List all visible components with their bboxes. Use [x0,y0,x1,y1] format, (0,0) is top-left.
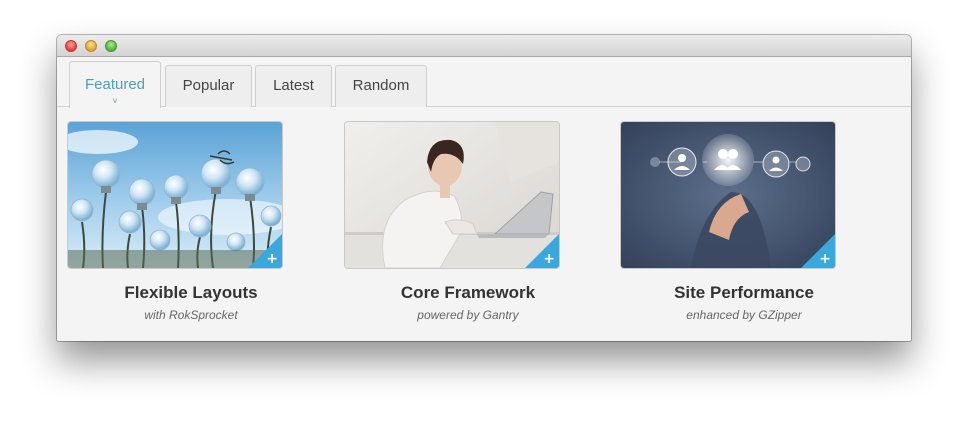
card-subtitle: enhanced by GZipper [686,308,802,322]
plus-icon: + [266,251,278,267]
woman-laptop-photo[interactable]: + [345,122,559,268]
tab-random[interactable]: Random [335,65,427,107]
card-subtitle: with RokSprocket [144,308,238,322]
lightbulbs-photo[interactable]: + [68,122,282,268]
app-window: Featured ˅ Popular Latest Random + Flexi… [57,35,911,341]
card-title[interactable]: Site Performance [621,283,867,303]
active-tab-caret-icon: ˅ [112,96,118,106]
card-title[interactable]: Core Framework [345,283,591,303]
tab-random-label: Random [352,77,410,94]
expand-corner-button[interactable]: + [248,234,282,268]
tab-popular[interactable]: Popular [165,65,252,107]
tab-featured-label: Featured [84,76,146,93]
title-bar [57,35,911,57]
expand-corner-button[interactable]: + [525,234,559,268]
tab-latest[interactable]: Latest [255,65,332,107]
plus-icon: + [543,251,555,267]
minimize-window-button[interactable] [85,40,97,52]
plus-icon: + [819,251,831,267]
tab-bar: Featured ˅ Popular Latest Random [57,58,911,108]
expand-corner-button[interactable]: + [801,234,835,268]
card-title[interactable]: Flexible Layouts [68,283,314,303]
close-window-button[interactable] [65,40,77,52]
tab-latest-label: Latest [273,77,314,94]
zoom-window-button[interactable] [105,40,117,52]
card-subtitle: powered by Gantry [417,308,519,322]
tab-featured[interactable]: Featured ˅ [69,61,161,108]
tab-popular-label: Popular [182,77,235,94]
touch-network-photo[interactable]: + [621,122,835,268]
